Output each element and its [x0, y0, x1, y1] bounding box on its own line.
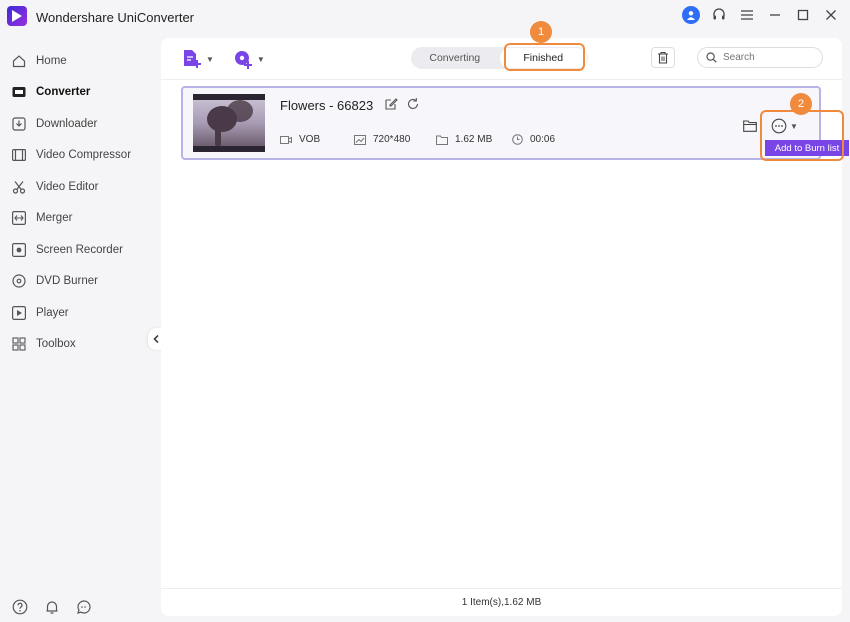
sidebar-item-player[interactable]: Player [0, 298, 155, 328]
grid-icon [11, 336, 27, 352]
clear-list-button[interactable] [651, 47, 675, 68]
maximize-icon[interactable] [794, 6, 812, 24]
refresh-icon[interactable] [406, 97, 420, 111]
scissors-icon [11, 179, 27, 195]
close-icon[interactable] [822, 6, 840, 24]
chevron-down-icon: ▼ [206, 54, 214, 64]
chevron-down-icon: ▼ [256, 54, 265, 64]
help-icon[interactable] [12, 599, 28, 618]
sidebar-item-label: Home [36, 55, 67, 67]
resolution-icon [354, 134, 366, 145]
support-headset-icon[interactable] [710, 6, 728, 24]
video-thumbnail[interactable] [193, 94, 265, 152]
sidebar-item-video-editor[interactable]: Video Editor [0, 172, 155, 202]
annotation-badge-2: 2 [790, 93, 812, 115]
download-icon [11, 116, 27, 132]
app-logo-icon [7, 6, 27, 26]
sidebar-item-screen-recorder[interactable]: Screen Recorder [0, 235, 155, 265]
file-item-card[interactable]: Flowers - 66823 VOB 720*480 1.62 MB 00:0… [181, 86, 821, 160]
file-resolution: 720*480 [373, 134, 411, 145]
status-bar: 1 Item(s),1.62 MB [161, 588, 842, 616]
minimize-icon[interactable] [766, 6, 784, 24]
title-bar: Wondershare UniConverter [0, 0, 850, 34]
menu-icon[interactable] [738, 6, 756, 24]
annotation-badge-1: 1 [530, 21, 552, 43]
merge-icon [11, 210, 27, 226]
sidebar-item-downloader[interactable]: Downloader [0, 109, 155, 139]
sidebar-item-video-compressor[interactable]: Video Compressor [0, 140, 155, 170]
trash-icon [658, 51, 668, 64]
tab-converting[interactable]: Converting [411, 47, 499, 69]
notification-bell-icon[interactable] [44, 599, 60, 618]
file-name: Flowers - 66823 [280, 98, 374, 113]
clock-icon [512, 134, 523, 145]
toolbar-divider [161, 79, 842, 80]
file-duration: 00:06 [530, 134, 556, 145]
compress-icon [11, 147, 27, 163]
rename-edit-icon[interactable] [384, 97, 398, 111]
sidebar-item-label: Player [36, 307, 69, 319]
search-icon [706, 52, 717, 63]
file-size: 1.62 MB [455, 134, 493, 145]
add-dvd-icon [234, 51, 252, 69]
home-icon [11, 53, 27, 69]
annotation-highlight-finished [504, 43, 585, 71]
sidebar-item-label: Video Compressor [36, 149, 132, 161]
sidebar-item-label: Toolbox [36, 338, 76, 350]
search-input[interactable] [723, 52, 813, 63]
file-format: VOB [299, 134, 321, 145]
sidebar-item-label: DVD Burner [36, 275, 98, 287]
sidebar-item-label: Downloader [36, 118, 98, 130]
feedback-icon[interactable] [76, 599, 92, 618]
disc-icon [11, 273, 27, 289]
converter-icon [11, 84, 27, 100]
sidebar-item-label: Video Editor [36, 181, 99, 193]
items-summary: 1 Item(s),1.62 MB [461, 597, 542, 608]
annotation-highlight-more-options [760, 110, 844, 161]
sidebar-item-label: Merger [36, 212, 73, 224]
load-dvd-button[interactable]: ▼ [232, 48, 265, 70]
chevron-left-icon [153, 335, 159, 343]
sidebar-item-dvd-burner[interactable]: DVD Burner [0, 266, 155, 296]
sidebar-item-converter[interactable]: Converter [0, 77, 155, 107]
user-avatar-icon[interactable] [682, 6, 700, 24]
sidebar: Home Converter Downloader Video Compress… [0, 44, 155, 622]
folder-size-icon [436, 135, 448, 145]
main-panel: ▼ ▼ Converting Finished Flo [161, 38, 842, 616]
sidebar-item-label: Screen Recorder [36, 244, 123, 256]
video-format-icon [280, 135, 292, 145]
sidebar-item-merger[interactable]: Merger [0, 203, 155, 233]
play-icon [11, 305, 27, 321]
add-file-icon [184, 50, 201, 68]
add-files-button[interactable]: ▼ [181, 48, 214, 70]
open-folder-icon[interactable] [743, 120, 757, 132]
sidebar-item-label: Converter [36, 86, 91, 98]
sidebar-item-toolbox[interactable]: Toolbox [0, 329, 155, 359]
app-title: Wondershare UniConverter [36, 10, 194, 25]
sidebar-item-home[interactable]: Home [0, 46, 155, 76]
record-icon [11, 242, 27, 258]
search-box[interactable] [697, 47, 823, 68]
